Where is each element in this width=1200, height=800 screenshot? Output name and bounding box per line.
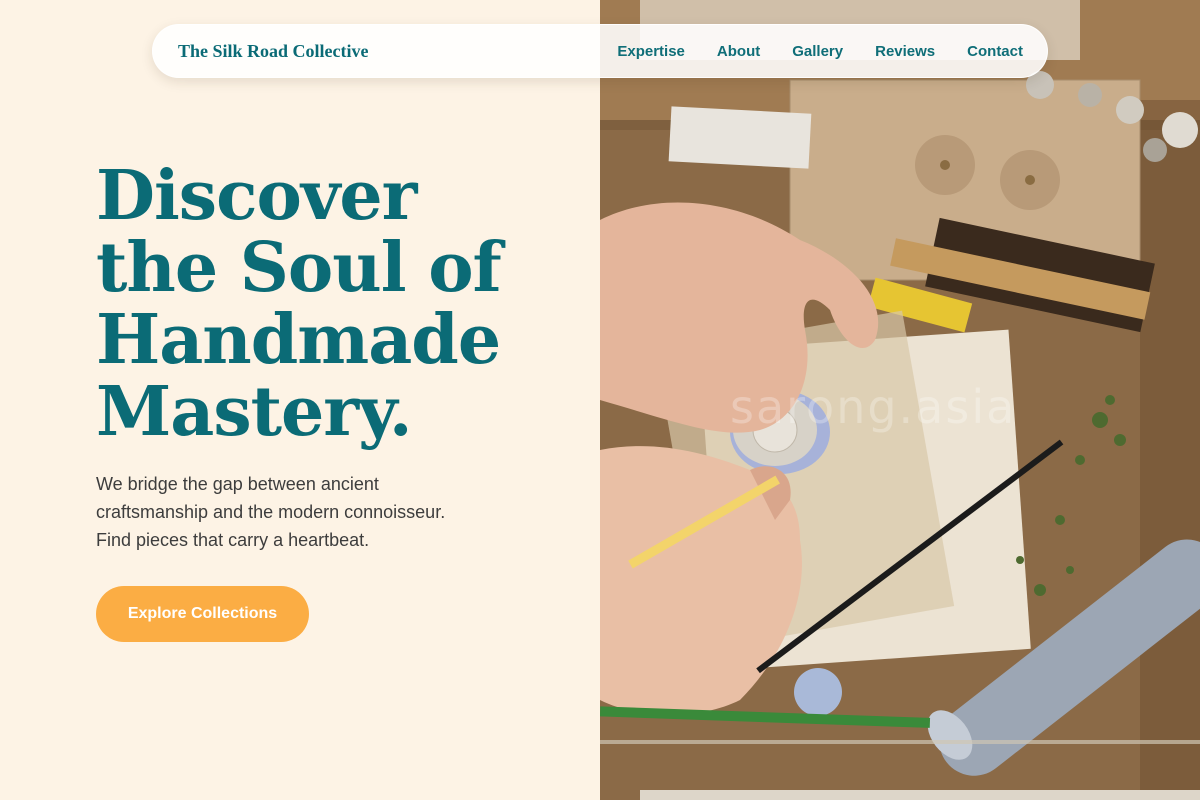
headline-line: the Soul of	[96, 228, 502, 308]
brand-logo[interactable]: The Silk Road Collective	[178, 41, 369, 62]
photo-watermark: sarong.asia	[730, 380, 1017, 434]
subtext-line: We bridge the gap between ancient	[96, 474, 379, 494]
nav-link-contact[interactable]: Contact	[967, 43, 1023, 60]
headline-line: Discover	[96, 156, 417, 236]
explore-collections-button[interactable]: Explore Collections	[96, 586, 309, 642]
nav-link-reviews[interactable]: Reviews	[875, 43, 935, 60]
hero-headline: Discover the Soul of Handmade Mastery.	[96, 160, 576, 448]
top-navbar: The Silk Road Collective Expertise About…	[152, 24, 1048, 78]
headline-line: Mastery.	[96, 372, 413, 452]
hero-subtext: We bridge the gap between ancient crafts…	[96, 470, 516, 554]
subtext-line: craftsmanship and the modern connoisseur…	[96, 502, 446, 522]
subtext-line: Find pieces that carry a heartbeat.	[96, 530, 370, 550]
nav-link-gallery[interactable]: Gallery	[792, 43, 843, 60]
nav-links: Expertise About Gallery Reviews Contact	[617, 43, 1023, 60]
nav-link-about[interactable]: About	[717, 43, 760, 60]
headline-line: Handmade	[96, 300, 501, 380]
nav-link-expertise[interactable]: Expertise	[617, 43, 685, 60]
hero-image: sarong.asia	[600, 0, 1200, 800]
